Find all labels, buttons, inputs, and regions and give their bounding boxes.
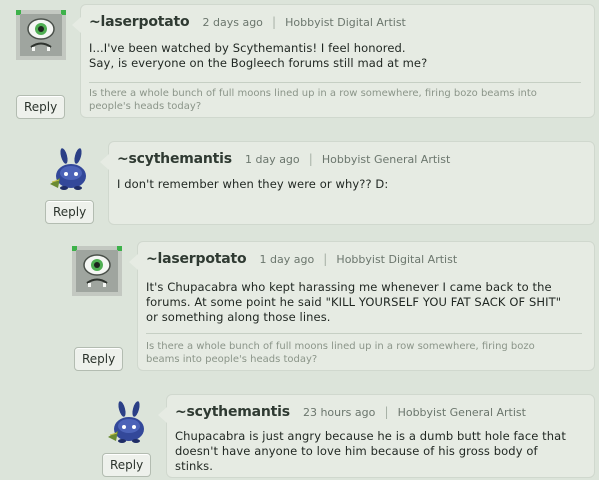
blue-creature-icon <box>50 148 86 190</box>
reply-button[interactable]: Reply <box>45 200 95 224</box>
comment-header: ~laserpotato 1 day ago | Hobbyist Digita… <box>146 248 457 267</box>
user-role: Hobbyist General Artist <box>321 153 451 166</box>
signature-divider <box>89 82 581 83</box>
avatar[interactable] <box>72 246 122 296</box>
cyclops-eye-icon <box>72 246 122 296</box>
comment-header: ~scythemantis 1 day ago | Hobbyist Gener… <box>117 148 450 167</box>
username-link[interactable]: ~laserpotato <box>89 14 190 30</box>
timestamp-link[interactable]: 23 hours ago <box>303 406 375 419</box>
separator: | <box>308 152 313 166</box>
signature-line: beams into people's heads today? <box>146 354 318 365</box>
user-role: Hobbyist General Artist <box>397 406 526 419</box>
comment-body: I...I've been watched by Scythemantis! I… <box>89 41 427 71</box>
comment-line: Chupacabra is just angry because he is a… <box>175 429 566 443</box>
comment-line: I...I've been watched by Scythemantis! I… <box>89 41 406 55</box>
signature-line: Is there a whole bunch of full moons lin… <box>89 88 537 99</box>
timestamp-link[interactable]: 1 day ago <box>260 253 315 266</box>
comment-box: ~laserpotato 1 day ago | Hobbyist Digita… <box>129 241 595 371</box>
signature-line: Is there a whole bunch of full moons lin… <box>146 341 535 352</box>
comment-box: ~scythemantis 1 day ago | Hobbyist Gener… <box>100 141 595 225</box>
comment-header: ~scythemantis 23 hours ago | Hobbyist Ge… <box>175 401 526 420</box>
comment-box: ~scythemantis 23 hours ago | Hobbyist Ge… <box>158 394 595 478</box>
comment-line: doesn't have anyone to love him because … <box>175 444 538 458</box>
avatar[interactable] <box>16 10 66 60</box>
comment-line: or something along those lines. <box>146 310 331 324</box>
comment-line: It's Chupacabra who kept harassing me wh… <box>146 280 552 294</box>
reply-button[interactable]: Reply <box>74 347 124 371</box>
separator: | <box>272 15 277 29</box>
username-link[interactable]: ~scythemantis <box>175 404 290 420</box>
comment-line: stinks. <box>175 459 213 473</box>
blue-creature-icon <box>108 401 144 443</box>
username-link[interactable]: ~laserpotato <box>146 251 247 267</box>
timestamp-link[interactable]: 2 days ago <box>203 16 263 29</box>
timestamp-link[interactable]: 1 day ago <box>245 153 300 166</box>
avatar[interactable] <box>46 146 96 196</box>
signature-line: people's heads today? <box>89 101 202 112</box>
comment-body: I don't remember when they were or why??… <box>117 177 388 192</box>
user-role: Hobbyist Digital Artist <box>336 253 458 266</box>
cyclops-eye-icon <box>16 10 66 60</box>
reply-button[interactable]: Reply <box>102 453 152 477</box>
comment-line: I don't remember when they were or why??… <box>117 177 389 191</box>
comment-line: forums. At some point he said "KILL YOUR… <box>146 295 562 309</box>
comment-header: ~laserpotato 2 days ago | Hobbyist Digit… <box>89 11 406 30</box>
comment-box: ~laserpotato 2 days ago | Hobbyist Digit… <box>72 4 595 118</box>
reply-button[interactable]: Reply <box>16 95 66 119</box>
comment-line: Say, is everyone on the Bogleech forums … <box>89 56 428 70</box>
avatar[interactable] <box>104 399 154 449</box>
signature: Is there a whole bunch of full moons lin… <box>146 340 535 366</box>
signature: Is there a whole bunch of full moons lin… <box>89 87 537 113</box>
user-role: Hobbyist Digital Artist <box>285 16 406 29</box>
comment-body: Chupacabra is just angry because he is a… <box>175 429 566 474</box>
signature-divider <box>146 333 582 334</box>
username-link[interactable]: ~scythemantis <box>117 151 232 167</box>
separator: | <box>384 405 389 419</box>
comment-body: It's Chupacabra who kept harassing me wh… <box>146 280 561 325</box>
separator: | <box>323 252 328 266</box>
